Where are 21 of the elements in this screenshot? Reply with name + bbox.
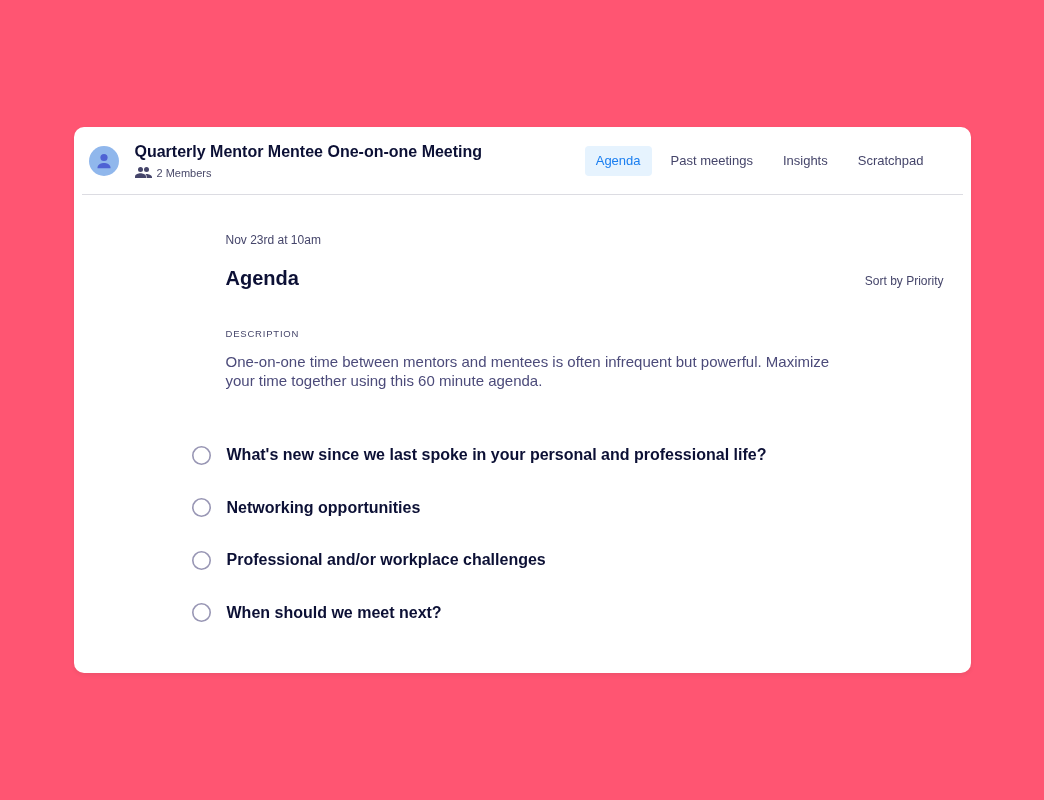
agenda-item: What's new since we last spoke in your personal and professional life? [226, 445, 767, 465]
meeting-title: Quarterly Mentor Mentee One-on-one Meeting [134, 141, 483, 162]
tab[interactable]: Past meetings [659, 145, 764, 176]
agenda-item: Professional and/or workplace challenges [226, 550, 546, 570]
agenda-heading: Agenda [225, 266, 299, 291]
tab[interactable]: Agenda [584, 145, 652, 176]
avatar-icon [88, 145, 119, 176]
tab[interactable]: Insights [771, 145, 839, 176]
description-text: One-on-one time between mentors and mentees is often infrequent but powerful. Maximize your time together using this 60 minute agenda. [225, 352, 831, 390]
people-icon [134, 167, 152, 178]
sort-link[interactable]: Sort by Priority [864, 272, 944, 290]
description-label: DESCRIPTION [225, 327, 300, 341]
empty-circle-icon[interactable] [191, 445, 211, 465]
empty-circle-icon[interactable] [191, 603, 211, 622]
agenda-item: When should we meet next? [226, 602, 442, 623]
members-count: 2 Members [156, 165, 212, 180]
tab[interactable]: Scratchpad [846, 145, 935, 176]
empty-circle-icon[interactable] [191, 498, 211, 517]
empty-circle-icon[interactable] [191, 550, 211, 570]
meeting-date: Nov 23rd at 10am [225, 232, 321, 249]
agenda-item: Networking opportunities [226, 497, 421, 518]
